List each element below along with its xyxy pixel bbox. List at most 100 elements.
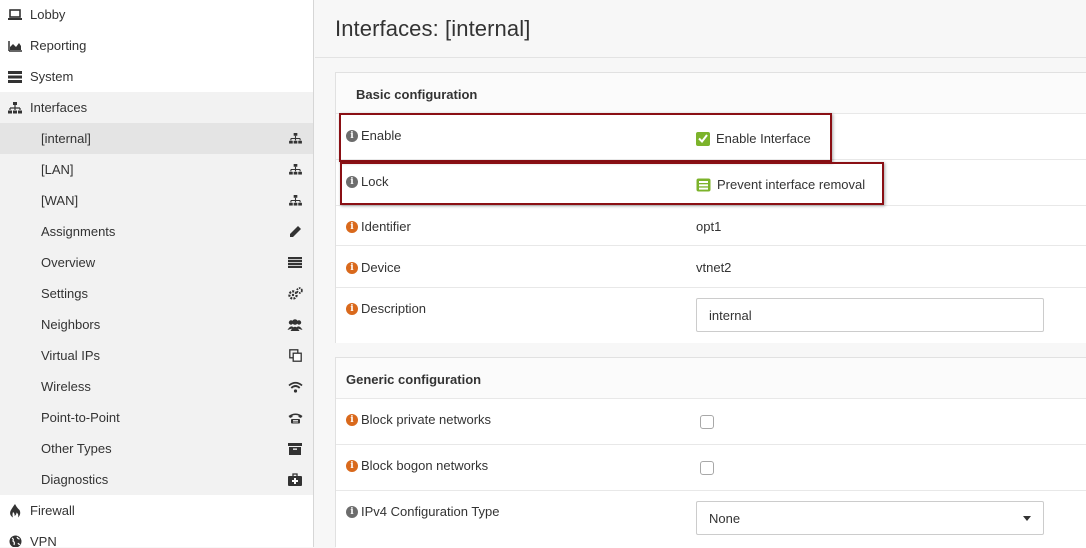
info-icon[interactable]: i xyxy=(346,302,358,315)
nav-vpn-label: VPN xyxy=(30,534,57,547)
nav-system[interactable]: System xyxy=(0,61,313,92)
info-icon[interactable]: i xyxy=(346,505,358,518)
sidebar-item-label: Settings xyxy=(41,286,88,301)
sidebar-item-internal[interactable]: [internal] xyxy=(0,123,313,154)
nav-vpn[interactable]: VPN xyxy=(0,526,313,547)
sidebar-item-assignments[interactable]: Assignments xyxy=(0,216,313,247)
info-icon[interactable]: i xyxy=(346,175,358,188)
device-label: i Device xyxy=(346,260,401,275)
area-chart-icon xyxy=(6,39,24,53)
laptop-icon xyxy=(6,8,24,22)
sidebar-item-label: Assignments xyxy=(41,224,116,239)
enable-label-text: Enable xyxy=(361,128,402,143)
ipv4-type-select[interactable]: None xyxy=(696,501,1044,535)
sidebar-item-label: Diagnostics xyxy=(41,472,109,487)
sidebar-item-diagnostics[interactable]: Diagnostics xyxy=(0,464,313,495)
pencil-icon xyxy=(287,225,303,239)
nav-interfaces[interactable]: Interfaces xyxy=(0,92,313,123)
users-icon xyxy=(287,318,303,332)
generic-configuration-panel: Generic configuration i Block private ne… xyxy=(335,357,1086,548)
sidebar-item-neighbors[interactable]: Neighbors xyxy=(0,309,313,340)
ipv4-type-row: i IPv4 Configuration Type None xyxy=(336,491,1086,548)
sidebar-item-settings[interactable]: Settings xyxy=(0,278,313,309)
sidebar-item-label: Neighbors xyxy=(41,317,101,332)
lock-row: i Lock Prevent interface removal xyxy=(336,160,1086,206)
sidebar-item-label: Overview xyxy=(41,255,96,270)
device-label-text: Device xyxy=(361,260,401,275)
block-private-label: i Block private networks xyxy=(346,412,491,427)
sidebar-item-label: Wireless xyxy=(41,379,91,394)
identifier-row: i Identifier opt1 xyxy=(336,206,1086,246)
nav-reporting[interactable]: Reporting xyxy=(0,30,313,61)
caret-down-icon xyxy=(1023,515,1031,521)
prevent-removal-checkbox[interactable]: Prevent interface removal xyxy=(696,177,865,192)
enable-interface-checkbox[interactable]: Enable Interface xyxy=(696,131,811,146)
description-label-text: Description xyxy=(361,301,427,316)
block-bogon-checkbox[interactable] xyxy=(700,461,714,475)
sidebar-item-lan[interactable]: [LAN] xyxy=(0,154,313,185)
list-icon xyxy=(287,256,303,270)
sitemap-icon xyxy=(287,163,303,177)
nav-system-label: System xyxy=(30,69,74,84)
sidebar-item-overview[interactable]: Overview xyxy=(0,247,313,278)
checked-checkbox-icon xyxy=(696,178,711,192)
phone-icon xyxy=(287,411,303,425)
globe-icon xyxy=(6,535,24,547)
block-private-row: i Block private networks xyxy=(336,399,1086,445)
sidebar-item-label: Other Types xyxy=(41,441,112,456)
info-icon[interactable]: i xyxy=(346,261,358,274)
lock-label: i Lock xyxy=(346,174,388,189)
sidebar-item-virtual-ips[interactable]: Virtual IPs xyxy=(0,340,313,371)
description-input[interactable] xyxy=(696,298,1044,332)
nav-firewall[interactable]: Firewall xyxy=(0,495,313,526)
main-content: Interfaces: [internal] Basic configurati… xyxy=(315,0,1086,548)
page-header: Interfaces: [internal] xyxy=(315,0,1086,58)
sidebar-item-label: [internal] xyxy=(41,131,91,146)
info-icon[interactable]: i xyxy=(346,129,358,142)
identifier-value: opt1 xyxy=(696,219,722,234)
description-row: i Description xyxy=(336,288,1086,343)
lock-label-text: Lock xyxy=(361,174,389,189)
medkit-icon xyxy=(287,473,303,487)
section-title: Generic configuration xyxy=(346,372,482,387)
block-bogon-row: i Block bogon networks xyxy=(336,445,1086,491)
nav-lobby-label: Lobby xyxy=(30,7,66,22)
info-icon[interactable]: i xyxy=(346,459,358,472)
block-private-checkbox[interactable] xyxy=(700,415,714,429)
description-label: i Description xyxy=(346,301,426,316)
enable-interface-label: Enable Interface xyxy=(716,131,811,146)
device-value: vtnet2 xyxy=(696,260,732,275)
clone-icon xyxy=(287,349,303,363)
sidebar-item-point-to-point[interactable]: Point-to-Point xyxy=(0,402,313,433)
nav-firewall-label: Firewall xyxy=(30,503,75,518)
sidebar-item-label: Virtual IPs xyxy=(41,348,101,363)
ipv4-type-label: i IPv4 Configuration Type xyxy=(346,504,500,519)
sitemap-icon xyxy=(287,132,303,146)
section-title: Basic configuration xyxy=(356,87,478,102)
sidebar-item-other-types[interactable]: Other Types xyxy=(0,433,313,464)
basic-configuration-panel: Basic configuration i Enable Enable Inte… xyxy=(335,72,1086,343)
block-bogon-label: i Block bogon networks xyxy=(346,458,488,473)
gears-icon xyxy=(287,287,303,301)
device-row: i Device vtnet2 xyxy=(336,246,1086,288)
ipv4-type-label-text: IPv4 Configuration Type xyxy=(361,504,500,519)
sidebar-item-label: Point-to-Point xyxy=(41,410,120,425)
sitemap-icon xyxy=(6,101,24,115)
wifi-icon xyxy=(287,380,303,394)
sidebar-item-label: [WAN] xyxy=(41,193,79,208)
generic-configuration-header: Generic configuration xyxy=(336,358,1086,399)
fire-icon xyxy=(6,503,24,518)
info-icon[interactable]: i xyxy=(346,413,358,426)
page-title: Interfaces: [internal] xyxy=(335,15,531,41)
identifier-label-text: Identifier xyxy=(361,219,411,234)
archive-icon xyxy=(287,442,303,456)
sidebar-item-label: [LAN] xyxy=(41,162,74,177)
enable-row: i Enable Enable Interface xyxy=(336,114,1086,160)
block-private-label-text: Block private networks xyxy=(361,412,492,427)
sidebar-item-wireless[interactable]: Wireless xyxy=(0,371,313,402)
block-bogon-label-text: Block bogon networks xyxy=(361,458,489,473)
identifier-label: i Identifier xyxy=(346,219,411,234)
info-icon[interactable]: i xyxy=(346,220,358,233)
nav-lobby[interactable]: Lobby xyxy=(0,0,313,30)
sidebar-item-wan[interactable]: [WAN] xyxy=(0,185,313,216)
